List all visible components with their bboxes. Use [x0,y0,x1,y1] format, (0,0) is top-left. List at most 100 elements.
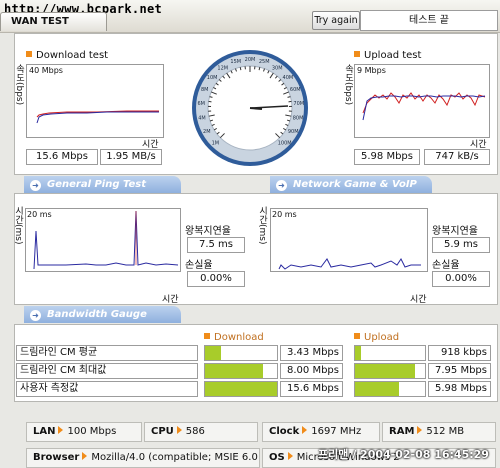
game-time-label: 시간 [410,292,427,305]
browser-label: Browser [33,452,79,463]
tab-network-game-voip-test[interactable]: ➜Network Game & VoIP Test [270,176,432,193]
download-bar [204,345,278,361]
lan-value: 100 Mbps [67,426,116,437]
ping-loss-label: 손실율 [185,256,213,271]
download-bar [204,381,278,397]
orange-bullet-icon [204,333,210,339]
watermark: 프리맨 / 2004-02-08 16:45:29 [318,446,489,462]
download-axis-label: 속도(bps) [13,64,26,105]
bandwidth-download-header: Download [204,332,264,343]
os-label: OS [269,452,285,463]
ping-latency: 7.5 ms [187,237,245,253]
game-scale: 20 ms [272,210,297,219]
clock-label: Clock [269,426,299,437]
game-loss: 0.00% [432,271,490,287]
triangle-right-icon [302,426,307,434]
gauge-label: 70M [293,101,304,107]
ram-label: RAM [389,426,414,437]
clock-value: 1697 MHz [311,426,361,437]
gauge-row-label: 드림라인 CM 최대값 [16,363,198,379]
download-value: 8.00 Mbps [280,363,343,379]
gauge-label: 100M [278,141,292,147]
game-axis-label: 시간(ms) [256,206,269,244]
gauge-label: 1M [212,141,220,147]
game-latency-label: 왕복지연율 [432,222,478,237]
download-bar-fill [205,382,277,396]
download-bar-fill [205,346,221,360]
bandwidth-upload-header: Upload [354,332,399,343]
lan-label: LAN [33,426,55,437]
gauge-label: 4M [198,116,206,122]
gauge-label: 30M [272,65,283,71]
upload-value: 7.95 Mbps [428,363,491,379]
triangle-right-icon [177,426,182,434]
download-bar [204,363,278,379]
gauge-label: 80M [293,116,304,122]
download-bytes: 1.95 MB/s [100,149,162,165]
download-speed: 15.6 Mbps [26,149,98,165]
gauge-tick [240,67,241,70]
clock-info: Clock 1697 MHz [262,422,380,442]
browser-info: BrowserMozilla/4.0 (compatible; MSIE 6.0 [26,448,260,468]
arrow-right-icon: ➜ [30,310,41,321]
gauge-label: 90M [288,129,299,135]
tab-bandwidth-gauge[interactable]: ➜Bandwidth Gauge [24,306,181,323]
ping-axis-label: 시간(ms) [12,206,25,244]
upload-bar [354,363,426,379]
orange-bullet-icon [26,51,32,57]
ping-latency-label: 왕복지연율 [185,222,231,237]
cpu-label: CPU [151,426,174,437]
gauge-label: 40M [283,75,294,81]
triangle-right-icon [417,426,422,434]
upload-bar [354,345,426,361]
download-bar-fill [205,364,263,378]
game-loss-label: 손실율 [432,256,460,271]
upload-bytes: 747 kB/s [424,149,490,165]
tab-wan-test[interactable]: WAN TEST [0,12,107,31]
cpu-value: 586 [186,426,205,437]
gauge-row-label: 사용자 측정값 [16,381,198,397]
triangle-right-icon [82,452,87,460]
upload-bar-fill [355,382,399,396]
gauge-label: 60M [290,87,301,93]
arrow-right-icon: ➜ [276,180,287,191]
orange-bullet-icon [354,333,360,339]
upload-title: Upload test [354,50,421,61]
upload-value: 918 kbps [428,345,491,361]
game-latency: 5.9 ms [432,237,490,253]
download-value: 3.43 Mbps [280,345,343,361]
ping-time-label: 시간 [162,292,179,305]
gauge-label: 15M [230,59,241,65]
ping-loss: 0.00% [187,271,245,287]
gauge-label: 20M [245,57,256,63]
gauge-row-label: 드림라인 CM 평균 [16,345,198,361]
gauge-label: 10M [207,75,218,81]
triangle-right-icon [288,452,293,460]
orange-bullet-icon [354,51,360,57]
upload-bar [354,381,426,397]
download-scale: 40 Mbps [29,66,63,75]
lan-info: LAN 100 Mbps [26,422,142,442]
gauge-label: 12M [217,65,228,71]
upload-bar-fill [355,346,361,360]
upload-bar-fill [355,364,415,378]
gauge-label: 2M [203,129,211,135]
upload-chart [354,64,490,138]
gauge-label: 8M [201,87,209,93]
upload-scale: 9 Mbps [357,66,386,75]
ping-scale: 20 ms [27,210,52,219]
tab-general-ping-test[interactable]: ➜General Ping Test [24,176,181,193]
ram-info: RAM 512 MB [382,422,496,442]
download-value: 15.6 Mbps [280,381,343,397]
gauge-label: 25M [259,59,270,65]
cpu-info: CPU 586 [144,422,258,442]
try-again-button[interactable]: Try again [312,11,360,30]
arrow-right-icon: ➜ [30,180,41,191]
speed-gauge: 1M2M4M6M8M10M12M15M20M25M30M40M60M70M80M… [190,48,310,168]
upload-speed: 5.98 Mbps [354,149,420,165]
download-title: Download test [26,50,108,61]
upload-value: 5.98 Mbps [428,381,491,397]
gauge-tick [259,67,260,70]
ram-value: 512 MB [426,426,464,437]
download-chart [26,64,164,138]
